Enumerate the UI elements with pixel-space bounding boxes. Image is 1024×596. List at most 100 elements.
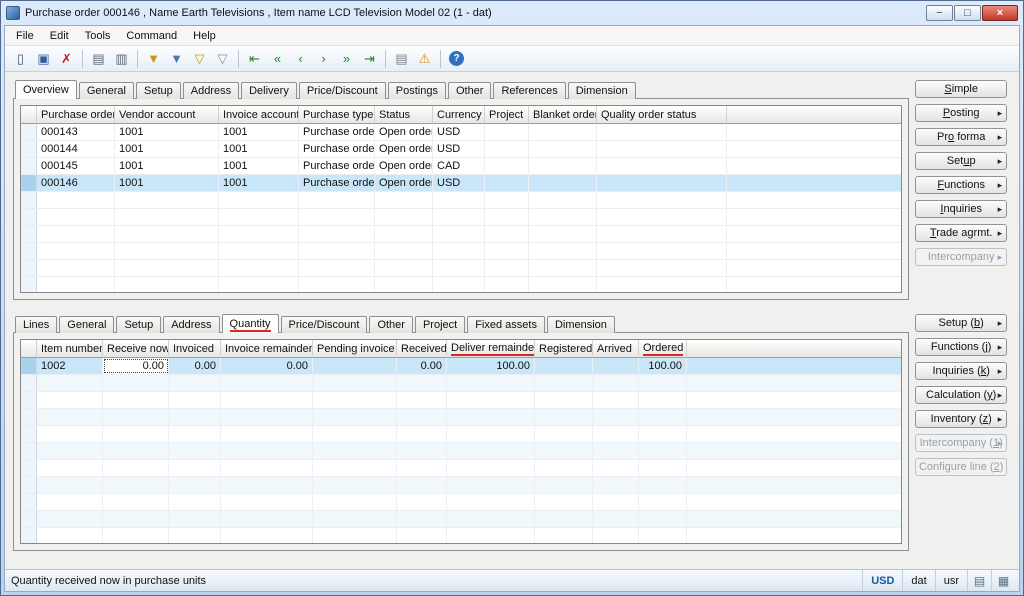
close-button[interactable]: ×: [982, 5, 1018, 21]
button-functions[interactable]: Functions▸: [915, 176, 1007, 194]
delete-record-icon[interactable]: ✗: [56, 49, 77, 69]
grid-row-empty[interactable]: [21, 392, 901, 409]
column-header-purchase-type[interactable]: Purchase type: [299, 106, 375, 124]
menu-command[interactable]: Command: [118, 28, 185, 44]
cell-purchase-type[interactable]: Purchase order: [299, 175, 375, 191]
previous-record-icon[interactable]: ‹: [290, 49, 311, 69]
row-selector[interactable]: [21, 260, 37, 276]
menu-file[interactable]: File: [8, 28, 42, 44]
button-setup-b[interactable]: Setup (b)▸: [915, 314, 1007, 332]
maximize-button[interactable]: □: [954, 5, 981, 21]
alert-icon[interactable]: ⚠: [414, 49, 435, 69]
cell-pending-invoice[interactable]: [313, 358, 397, 374]
column-header-registered[interactable]: Registered: [535, 340, 593, 358]
row-selector[interactable]: [21, 477, 37, 493]
button-inquiries-k[interactable]: Inquiries (k)▸: [915, 362, 1007, 380]
cell-project[interactable]: [485, 175, 529, 191]
select-all-cell[interactable]: [21, 340, 37, 358]
cell-currency[interactable]: CAD: [433, 158, 485, 174]
cell-blanket-order[interactable]: [529, 158, 597, 174]
grid-row-000143[interactable]: 00014310011001Purchase orderOpen orderUS…: [21, 124, 901, 141]
column-header-status[interactable]: Status: [375, 106, 433, 124]
column-header-currency[interactable]: Currency: [433, 106, 485, 124]
cell-quality-order-status[interactable]: [597, 158, 727, 174]
grid-row-1002[interactable]: 10020.000.000.000.00100.00100.00: [21, 358, 901, 375]
column-header-arrived[interactable]: Arrived: [593, 340, 639, 358]
grid-row-empty[interactable]: [21, 192, 901, 209]
tab-delivery[interactable]: Delivery: [241, 82, 297, 99]
tab-other[interactable]: Other: [369, 316, 413, 333]
button-setup[interactable]: Setup▸: [915, 152, 1007, 170]
cell-currency[interactable]: USD: [433, 175, 485, 191]
cell-quality-order-status[interactable]: [597, 141, 727, 157]
column-header-invoiced[interactable]: Invoiced: [169, 340, 221, 358]
grid-row-empty[interactable]: [21, 511, 901, 528]
grid-row-empty[interactable]: [21, 426, 901, 443]
row-selector[interactable]: [21, 124, 37, 140]
tab-price-discount[interactable]: Price/Discount: [299, 82, 386, 99]
grid-row-empty[interactable]: [21, 460, 901, 477]
column-header-item-number[interactable]: Item number: [37, 340, 103, 358]
cell-purchase-order[interactable]: 000145: [37, 158, 115, 174]
row-selector[interactable]: [21, 141, 37, 157]
tab-general[interactable]: General: [79, 82, 134, 99]
tab-price-discount[interactable]: Price/Discount: [281, 316, 368, 333]
next-page-icon[interactable]: »: [336, 49, 357, 69]
grid-row-empty[interactable]: [21, 528, 901, 544]
tab-lines[interactable]: Lines: [15, 316, 57, 333]
button-posting[interactable]: Posting▸: [915, 104, 1007, 122]
grid-row-empty[interactable]: [21, 260, 901, 277]
cell-status[interactable]: Open order: [375, 124, 433, 140]
row-selector[interactable]: [21, 426, 37, 442]
menu-help[interactable]: Help: [185, 28, 224, 44]
cell-purchase-type[interactable]: Purchase order: [299, 124, 375, 140]
row-selector[interactable]: [21, 443, 37, 459]
cell-project[interactable]: [485, 141, 529, 157]
row-selector[interactable]: [21, 277, 37, 293]
cell-vendor-account[interactable]: 1001: [115, 175, 219, 191]
button-inquiries[interactable]: Inquiries▸: [915, 200, 1007, 218]
cell-ordered[interactable]: 100.00: [639, 358, 687, 374]
button-simple[interactable]: Simple: [915, 80, 1007, 98]
cell-invoiced[interactable]: 0.00: [169, 358, 221, 374]
row-selector[interactable]: [21, 158, 37, 174]
column-header-invoice-remainder[interactable]: Invoice remainder: [221, 340, 313, 358]
row-selector[interactable]: [21, 528, 37, 544]
tab-address[interactable]: Address: [183, 82, 239, 99]
cell-currency[interactable]: USD: [433, 141, 485, 157]
layout-status-icon[interactable]: ▦: [991, 570, 1015, 591]
tab-postings[interactable]: Postings: [388, 82, 446, 99]
grid-row-000145[interactable]: 00014510011001Purchase orderOpen orderCA…: [21, 158, 901, 175]
tab-fixed-assets[interactable]: Fixed assets: [467, 316, 545, 333]
grid-row-empty[interactable]: [21, 277, 901, 293]
column-header-pending-invoice[interactable]: Pending invoice: [313, 340, 397, 358]
filter-by-grid-icon[interactable]: ▼: [166, 49, 187, 69]
menu-tools[interactable]: Tools: [77, 28, 119, 44]
tab-setup[interactable]: Setup: [136, 82, 181, 99]
row-selector[interactable]: [21, 243, 37, 259]
row-selector[interactable]: [21, 192, 37, 208]
column-header-purchase-order[interactable]: Purchase order▲: [37, 106, 115, 124]
help-icon[interactable]: ?: [449, 51, 464, 66]
button-trade-agrmt[interactable]: Trade agrmt.▸: [915, 224, 1007, 242]
cell-purchase-type[interactable]: Purchase order: [299, 141, 375, 157]
row-selector[interactable]: [21, 375, 37, 391]
cell-purchase-order[interactable]: 000144: [37, 141, 115, 157]
cell-blanket-order[interactable]: [529, 175, 597, 191]
first-record-icon[interactable]: ⇤: [244, 49, 265, 69]
row-selector[interactable]: [21, 209, 37, 225]
cell-blanket-order[interactable]: [529, 124, 597, 140]
cell-invoice-account[interactable]: 1001: [219, 175, 299, 191]
filter-by-selection-icon[interactable]: ▼: [143, 49, 164, 69]
print-preview-icon[interactable]: ▥: [111, 49, 132, 69]
minimize-button[interactable]: −: [926, 5, 953, 21]
tab-address[interactable]: Address: [163, 316, 219, 333]
cell-receive-now[interactable]: 0.00: [103, 358, 169, 374]
remove-filter-icon[interactable]: ▽: [212, 49, 233, 69]
cell-status[interactable]: Open order: [375, 141, 433, 157]
previous-page-icon[interactable]: «: [267, 49, 288, 69]
grid-row-empty[interactable]: [21, 477, 901, 494]
tab-overview[interactable]: Overview: [15, 80, 77, 99]
cell-project[interactable]: [485, 124, 529, 140]
tab-dimension[interactable]: Dimension: [568, 82, 636, 99]
